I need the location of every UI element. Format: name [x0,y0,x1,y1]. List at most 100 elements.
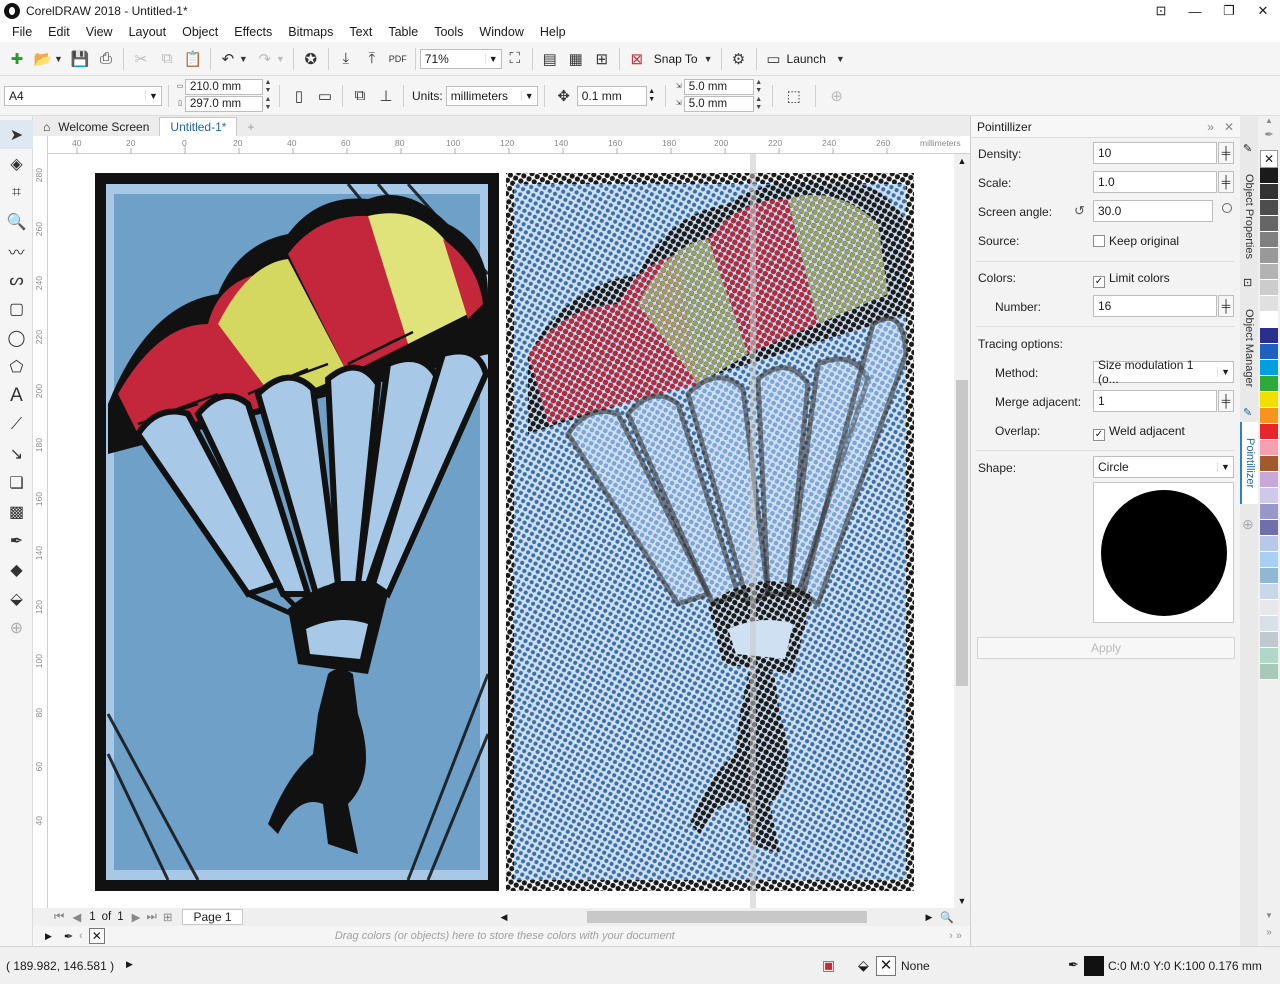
palette-up-icon[interactable]: ▲ [1258,116,1280,128]
import-icon[interactable]: ⤓ [333,46,359,72]
color-swatch[interactable] [1260,344,1278,360]
hscroll-left-icon[interactable]: ◀ [501,912,508,923]
palette-left-icon[interactable]: ‹ [79,930,83,942]
scale-field[interactable]: 1.0 [1093,171,1217,193]
export-icon[interactable]: ⤒ [359,46,385,72]
merge-adjacent-field[interactable]: 1 [1093,390,1217,412]
zoom-level-combo[interactable]: 71% ▼ [419,48,502,69]
paste-icon[interactable]: 📋 [180,46,206,72]
color-swatch[interactable] [1260,632,1278,648]
number-field[interactable]: 16 [1093,295,1217,317]
menu-window[interactable]: Window [471,25,531,39]
landscape-icon[interactable]: ▭ [312,83,338,109]
add-page-icon[interactable]: ⊞ [163,910,173,924]
no-fill-swatch[interactable]: ✕ [1260,150,1278,168]
page-prev-icon[interactable]: ◀ [72,910,81,924]
guideline[interactable] [750,154,756,908]
snap-to-label[interactable]: Snap To [654,52,698,66]
snap-dropdown-icon[interactable]: ▼ [704,54,713,64]
menu-table[interactable]: Table [380,25,426,39]
merge-slider-icon[interactable]: ╪ [1218,390,1234,412]
color-proof-icon[interactable]: ▣ [822,957,835,974]
shape-tool-icon[interactable]: ◈ [0,149,33,178]
scroll-thumb[interactable] [956,380,968,686]
artistic-media-icon[interactable]: ᔕ [0,265,33,294]
save-icon[interactable]: 💾 [67,46,93,72]
smart-fill-icon[interactable]: ⬙ [0,584,33,613]
color-swatch[interactable] [1260,616,1278,632]
undo-icon[interactable]: ↶ [215,46,241,72]
palette-eyedropper-icon[interactable]: ✒ [64,930,73,943]
color-swatch[interactable] [1260,280,1278,296]
new-document-icon[interactable]: ✚ [4,46,30,72]
keep-original-checkbox[interactable]: Keep original [1093,234,1179,248]
units-combo[interactable]: millimeters ▼ [445,85,538,106]
copy-icon[interactable]: ⧉ [154,46,180,72]
height-spinner[interactable]: ▲ ▼ [263,96,273,112]
horizontal-ruler[interactable]: 40 20 0 20 40 60 80 100 120 140 160 180 … [48,136,970,154]
minimize-button[interactable]: — [1178,0,1212,22]
full-screen-icon[interactable]: ⛶ [502,46,528,72]
chevron-down-icon[interactable]: ▼ [1217,462,1233,472]
page-1-tab[interactable]: Page 1 [182,909,243,925]
color-swatch[interactable] [1260,504,1278,520]
color-swatch[interactable] [1260,200,1278,216]
color-swatch[interactable] [1260,552,1278,568]
density-slider-icon[interactable]: ╪ [1218,142,1234,164]
menu-layout[interactable]: Layout [121,25,175,39]
color-swatch[interactable] [1260,472,1278,488]
restore-button[interactable]: ❐ [1212,0,1246,22]
color-swatch[interactable] [1260,568,1278,584]
current-page-icon[interactable]: ⊥ [373,83,399,109]
rectangle-tool-icon[interactable]: ▢ [0,294,33,323]
color-swatch[interactable] [1260,440,1278,456]
color-swatch[interactable] [1260,600,1278,616]
page-width-field[interactable]: 210.0 mm [185,79,263,95]
color-swatch[interactable] [1260,296,1278,312]
menu-object[interactable]: Object [174,25,226,39]
docker-collapse-icon[interactable]: » [1207,120,1214,134]
crop-tool-icon[interactable]: ⌗ [0,178,33,207]
color-swatch[interactable] [1260,520,1278,536]
chevron-down-icon[interactable]: ▼ [484,53,501,64]
color-swatch[interactable] [1260,392,1278,408]
vertical-ruler[interactable]: 280 260 240 220 200 180 160 140 120 100 … [33,136,48,908]
docker-close-icon[interactable]: ✕ [1224,120,1234,134]
launch-dropdown-icon[interactable]: ▼ [836,54,845,64]
polygon-tool-icon[interactable]: ⬠ [0,352,33,381]
portrait-icon[interactable]: ▯ [286,83,312,109]
fill-none-swatch[interactable]: ✕ [876,956,896,976]
tab-untitled-1[interactable]: Untitled-1* [159,117,238,136]
pick-tool-icon[interactable]: ➤ [0,120,33,149]
color-swatch[interactable] [1260,232,1278,248]
cut-icon[interactable]: ✂ [128,46,154,72]
snap-off-icon[interactable]: ⊠ [624,46,650,72]
screen-angle-field[interactable]: 30.0 [1093,200,1213,222]
close-button[interactable]: ✕ [1246,0,1280,22]
nudge-distance-field[interactable]: 0.1 mm [576,85,647,106]
duplicate-y-field[interactable]: 5.0 mm [683,96,754,112]
status-expand-icon[interactable]: ▶ [126,959,133,970]
drawing-canvas[interactable] [48,154,954,908]
open-icon[interactable]: 📂 [30,46,56,72]
color-swatch[interactable] [1260,456,1278,472]
search-content-icon[interactable]: ✪ [298,46,324,72]
color-swatch[interactable] [1260,664,1278,680]
vertical-scrollbar[interactable]: ▲ ▼ [954,154,970,908]
limit-colors-checkbox[interactable]: ✓ Limit colors [1093,271,1170,288]
width-spinner[interactable]: ▲ ▼ [263,79,273,95]
all-pages-icon[interactable]: ⧉ [347,83,373,109]
hscroll-right-icon[interactable]: ▶ [925,912,932,923]
color-swatch[interactable] [1260,184,1278,200]
tab-object-properties[interactable]: Object Properties [1240,156,1258,276]
tab-welcome-screen[interactable]: ⌂ Welcome Screen [33,117,159,136]
no-color-swatch[interactable]: ✕ [88,928,105,944]
chevron-down-icon[interactable]: ▼ [1217,367,1233,377]
duplicate-x-field[interactable]: 5.0 mm [683,79,754,95]
number-slider-icon[interactable]: ╪ [1218,295,1234,317]
new-tab-icon[interactable]: + [237,117,264,136]
color-swatch[interactable] [1260,264,1278,280]
text-tool-icon[interactable]: A [0,381,33,410]
add-tool-icon[interactable]: ⊕ [0,613,33,642]
palette-menu-icon[interactable]: ▶ [45,931,52,942]
